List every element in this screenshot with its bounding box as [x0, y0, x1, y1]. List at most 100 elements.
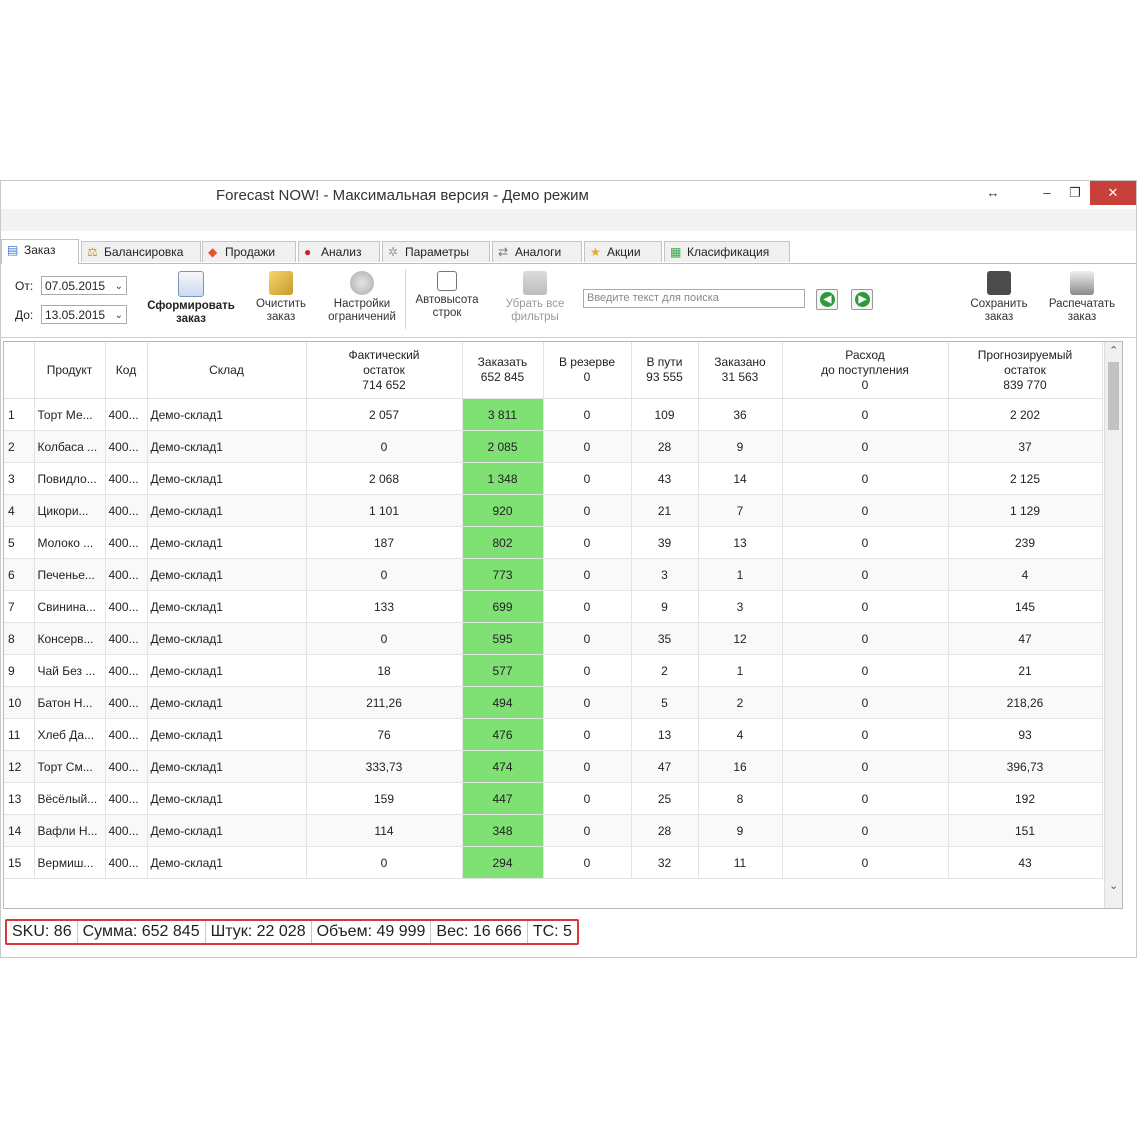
cell-product[interactable]: Печенье...: [34, 558, 106, 591]
cell-in-transit[interactable]: 13: [631, 718, 699, 751]
cell-reserved[interactable]: 0: [543, 430, 632, 463]
cell-index[interactable]: 7: [4, 590, 35, 623]
cell-forecast-stock[interactable]: 396,73: [948, 750, 1103, 783]
cell-warehouse[interactable]: Демо-склад1: [147, 654, 307, 687]
cell-ordered[interactable]: 3: [698, 590, 783, 623]
column-header-consumption[interactable]: Расход до поступления 0: [782, 342, 949, 399]
cell-in-transit[interactable]: 39: [631, 526, 699, 559]
tab-sales[interactable]: ◆ Продажи: [202, 241, 296, 262]
cell-reserved[interactable]: 0: [543, 846, 632, 879]
cell-code[interactable]: 400...: [105, 526, 148, 559]
cell-index[interactable]: 1: [4, 398, 35, 431]
column-header-warehouse[interactable]: Склад: [147, 342, 307, 399]
cell-forecast-stock[interactable]: 21: [948, 654, 1103, 687]
cell-forecast-stock[interactable]: 218,26: [948, 686, 1103, 719]
maximize-button[interactable]: ❐: [1059, 181, 1091, 205]
constraints-settings-button[interactable]: Настройки ограничений: [321, 271, 403, 324]
cell-product[interactable]: Торт Ме...: [34, 398, 106, 431]
cell-code[interactable]: 400...: [105, 814, 148, 847]
cell-reserved[interactable]: 0: [543, 494, 632, 527]
cell-consumption[interactable]: 0: [782, 750, 949, 783]
column-header-actual-stock[interactable]: Фактический остаток 714 652: [306, 342, 463, 399]
cell-warehouse[interactable]: Демо-склад1: [147, 846, 307, 879]
search-input[interactable]: Введите текст для поиска: [583, 289, 805, 308]
vertical-scrollbar[interactable]: ⌃ ⌄: [1104, 342, 1122, 908]
cell-warehouse[interactable]: Демо-склад1: [147, 590, 307, 623]
save-order-button[interactable]: Сохранить заказ: [963, 271, 1035, 324]
cell-warehouse[interactable]: Демо-склад1: [147, 750, 307, 783]
cell-warehouse[interactable]: Демо-склад1: [147, 622, 307, 655]
cell-index[interactable]: 13: [4, 782, 35, 815]
cell-to-order[interactable]: 476: [462, 718, 544, 751]
cell-product[interactable]: Колбаса ...: [34, 430, 106, 463]
cell-warehouse[interactable]: Демо-склад1: [147, 398, 307, 431]
cell-consumption[interactable]: 0: [782, 622, 949, 655]
cell-warehouse[interactable]: Демо-склад1: [147, 462, 307, 495]
cell-warehouse[interactable]: Демо-склад1: [147, 526, 307, 559]
table-row[interactable]: 4 Цикори... 400... Демо-склад1 1 101 920 0 21 7 0…: [4, 494, 1103, 527]
cell-to-order[interactable]: 348: [462, 814, 544, 847]
column-header-to-order[interactable]: Заказать 652 845: [462, 342, 544, 399]
cell-ordered[interactable]: 8: [698, 782, 783, 815]
cell-consumption[interactable]: 0: [782, 558, 949, 591]
cell-warehouse[interactable]: Демо-склад1: [147, 782, 307, 815]
table-row[interactable]: 7 Свинина... 400... Демо-склад1 133 699 0 9 3 0 14…: [4, 590, 1103, 623]
cell-code[interactable]: 400...: [105, 558, 148, 591]
cell-forecast-stock[interactable]: 2 202: [948, 398, 1103, 431]
remove-filters-button[interactable]: Убрать все фильтры: [495, 271, 575, 324]
cell-to-order[interactable]: 699: [462, 590, 544, 623]
cell-index[interactable]: 11: [4, 718, 35, 751]
cell-index[interactable]: 3: [4, 462, 35, 495]
cell-forecast-stock[interactable]: 239: [948, 526, 1103, 559]
table-row[interactable]: 14 Вафли Н... 400... Демо-склад1 114 348 0 28 9 0…: [4, 814, 1103, 847]
cell-index[interactable]: 9: [4, 654, 35, 687]
cell-code[interactable]: 400...: [105, 590, 148, 623]
cell-index[interactable]: 14: [4, 814, 35, 847]
cell-actual-stock[interactable]: 333,73: [306, 750, 463, 783]
cell-forecast-stock[interactable]: 2 125: [948, 462, 1103, 495]
cell-ordered[interactable]: 12: [698, 622, 783, 655]
cell-product[interactable]: Свинина...: [34, 590, 106, 623]
cell-actual-stock[interactable]: 76: [306, 718, 463, 751]
close-button[interactable]: ✕: [1090, 181, 1136, 205]
cell-consumption[interactable]: 0: [782, 782, 949, 815]
cell-to-order[interactable]: 920: [462, 494, 544, 527]
cell-warehouse[interactable]: Демо-склад1: [147, 814, 307, 847]
cell-consumption[interactable]: 0: [782, 430, 949, 463]
table-row[interactable]: 9 Чай Без ... 400... Демо-склад1 18 577 0 2 1 0 21: [4, 654, 1103, 687]
tab-classification[interactable]: ▦ Класификация: [664, 241, 790, 262]
table-row[interactable]: 15 Вермиш... 400... Демо-склад1 0 294 0 32 11 0 43: [4, 846, 1103, 879]
cell-to-order[interactable]: 595: [462, 622, 544, 655]
cell-reserved[interactable]: 0: [543, 622, 632, 655]
cell-reserved[interactable]: 0: [543, 462, 632, 495]
cell-consumption[interactable]: 0: [782, 686, 949, 719]
cell-product[interactable]: Вермиш...: [34, 846, 106, 879]
cell-to-order[interactable]: 294: [462, 846, 544, 879]
cell-code[interactable]: 400...: [105, 398, 148, 431]
cell-actual-stock[interactable]: 1 101: [306, 494, 463, 527]
cell-actual-stock[interactable]: 2 068: [306, 462, 463, 495]
cell-ordered[interactable]: 9: [698, 814, 783, 847]
cell-reserved[interactable]: 0: [543, 398, 632, 431]
cell-actual-stock[interactable]: 0: [306, 622, 463, 655]
cell-in-transit[interactable]: 47: [631, 750, 699, 783]
cell-product[interactable]: Торт См...: [34, 750, 106, 783]
cell-index[interactable]: 4: [4, 494, 35, 527]
cell-index[interactable]: 15: [4, 846, 35, 879]
cell-in-transit[interactable]: 32: [631, 846, 699, 879]
search-next-button[interactable]: ▶: [851, 289, 873, 310]
cell-index[interactable]: 6: [4, 558, 35, 591]
cell-product[interactable]: Консерв...: [34, 622, 106, 655]
cell-reserved[interactable]: 0: [543, 526, 632, 559]
tab-analogs[interactable]: ⇄ Аналоги: [492, 241, 582, 262]
cell-consumption[interactable]: 0: [782, 718, 949, 751]
cell-product[interactable]: Вафли Н...: [34, 814, 106, 847]
cell-product[interactable]: Повидло...: [34, 462, 106, 495]
table-row[interactable]: 11 Хлеб Да... 400... Демо-склад1 76 476 0 13 4 0 9…: [4, 718, 1103, 751]
from-date-input[interactable]: 07.05.2015 ⌄: [41, 276, 127, 295]
clear-order-button[interactable]: Очистить заказ: [249, 271, 313, 324]
cell-warehouse[interactable]: Демо-склад1: [147, 718, 307, 751]
cell-forecast-stock[interactable]: 192: [948, 782, 1103, 815]
cell-warehouse[interactable]: Демо-склад1: [147, 686, 307, 719]
cell-reserved[interactable]: 0: [543, 686, 632, 719]
